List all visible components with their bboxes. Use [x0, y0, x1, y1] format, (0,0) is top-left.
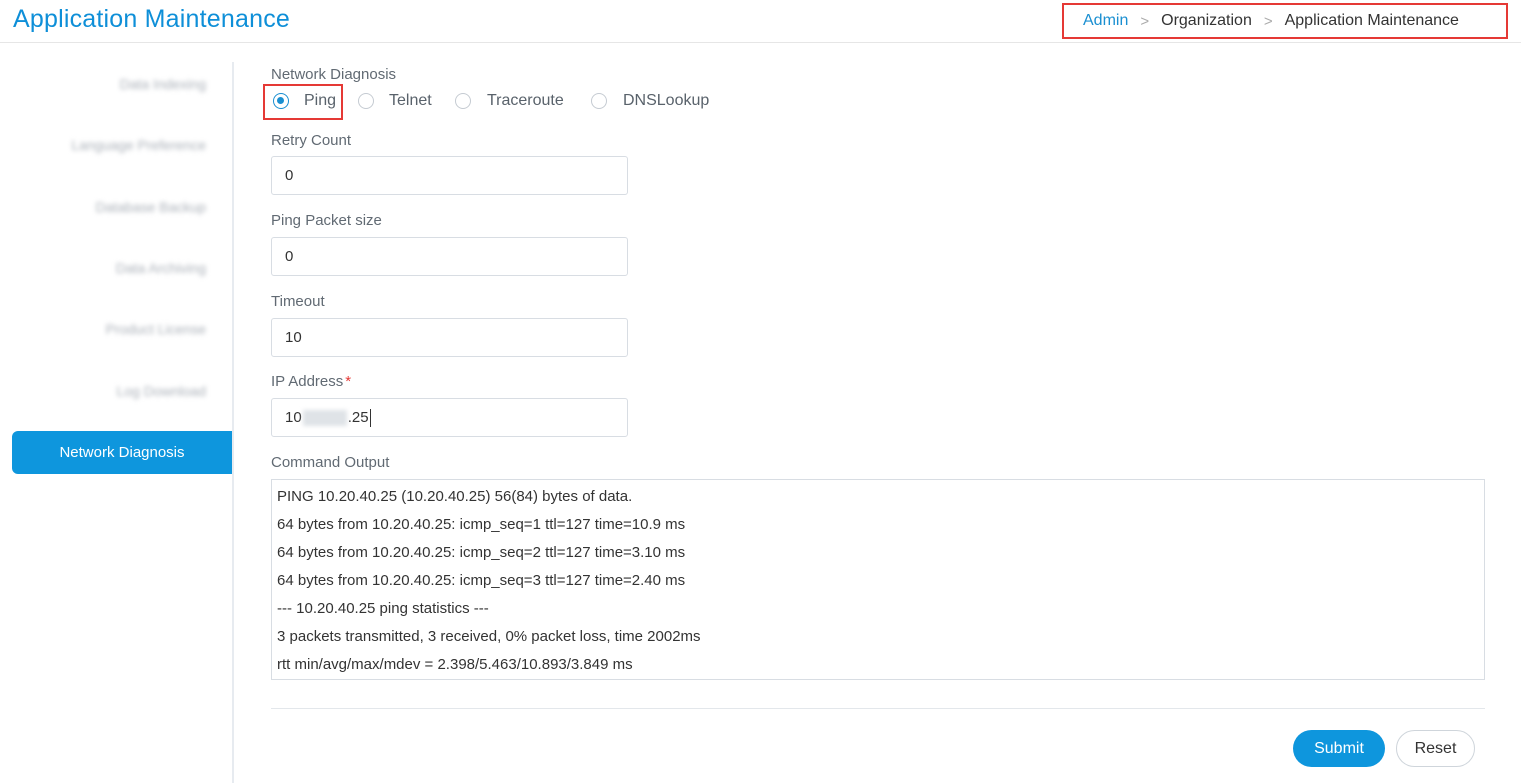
dnslookup-radio-label[interactable]: DNSLookup	[623, 92, 709, 110]
breadcrumb: Admin > Organization > Application Maint…	[1062, 3, 1508, 39]
sidebar: Data Indexing Language Preference Databa…	[0, 62, 234, 783]
output-line: --- 10.20.40.25 ping statistics ---	[277, 600, 489, 617]
telnet-radio[interactable]	[358, 93, 374, 109]
text-cursor	[369, 408, 371, 427]
ip-address-label: IP Address *	[271, 373, 351, 390]
ip-address-label-text: IP Address	[271, 373, 344, 390]
command-output-box[interactable]: PING 10.20.40.25 (10.20.40.25) 56(84) by…	[271, 479, 1485, 680]
submit-button[interactable]: Submit	[1293, 730, 1385, 767]
traceroute-radio[interactable]	[455, 93, 471, 109]
breadcrumb-current: Application Maintenance	[1284, 12, 1459, 29]
ping-packet-size-input[interactable]: 0	[271, 237, 628, 276]
network-diagnosis-label: Network Diagnosis	[271, 66, 397, 83]
sidebar-item-network-diagnosis[interactable]: Network Diagnosis	[12, 431, 232, 474]
ip-address-value-suffix: .25	[347, 409, 369, 426]
breadcrumb-organization[interactable]: Organization	[1161, 12, 1252, 30]
retry-count-value: 0	[285, 167, 294, 184]
dnslookup-radio[interactable]	[591, 93, 607, 109]
timeout-input[interactable]: 10	[271, 318, 628, 357]
command-output-label: Command Output	[271, 454, 390, 471]
retry-count-label: Retry Count	[271, 132, 352, 149]
ip-address-input[interactable]: 10.25	[271, 398, 628, 437]
retry-count-input[interactable]: 0	[271, 156, 628, 195]
output-line: 64 bytes from 10.20.40.25: icmp_seq=2 tt…	[277, 544, 686, 561]
form-divider	[271, 708, 1485, 709]
sidebar-item-database-backup[interactable]: Database Backup	[95, 199, 206, 215]
timeout-value: 10	[285, 329, 302, 346]
sidebar-item-product-license[interactable]: Product License	[106, 321, 206, 337]
required-asterisk: *	[345, 373, 352, 390]
chevron-right-icon: >	[1263, 12, 1273, 30]
reset-button[interactable]: Reset	[1396, 730, 1475, 767]
page-header: Application Maintenance Admin > Organiza…	[0, 0, 1521, 43]
ping-packet-size-value: 0	[285, 248, 294, 265]
ip-address-value-prefix: 10	[285, 409, 302, 426]
sidebar-item-log-download[interactable]: Log Download	[116, 383, 206, 399]
output-line: PING 10.20.40.25 (10.20.40.25) 56(84) by…	[277, 488, 633, 505]
ping-radio[interactable]	[273, 93, 289, 109]
traceroute-radio-label[interactable]: Traceroute	[487, 92, 564, 110]
redacted-ip-segment	[302, 409, 347, 426]
telnet-radio-label[interactable]: Telnet	[389, 92, 432, 110]
timeout-label: Timeout	[271, 293, 325, 310]
sidebar-item-data-indexing[interactable]: Data Indexing	[120, 76, 206, 92]
chevron-right-icon: >	[1140, 12, 1150, 30]
ping-packet-size-label: Ping Packet size	[271, 212, 382, 229]
output-line: rtt min/avg/max/mdev = 2.398/5.463/10.89…	[277, 656, 633, 673]
sidebar-item-language-preference[interactable]: Language Preference	[71, 137, 206, 153]
sidebar-item-data-archiving[interactable]: Data Archiving	[116, 260, 206, 276]
breadcrumb-admin-link[interactable]: Admin	[1083, 12, 1128, 30]
page-title: Application Maintenance	[13, 5, 290, 33]
output-line: 3 packets transmitted, 3 received, 0% pa…	[277, 628, 701, 645]
output-line: 64 bytes from 10.20.40.25: icmp_seq=1 tt…	[277, 516, 686, 533]
output-line: 64 bytes from 10.20.40.25: icmp_seq=3 tt…	[277, 572, 686, 589]
ping-radio-label[interactable]: Ping	[304, 92, 336, 110]
